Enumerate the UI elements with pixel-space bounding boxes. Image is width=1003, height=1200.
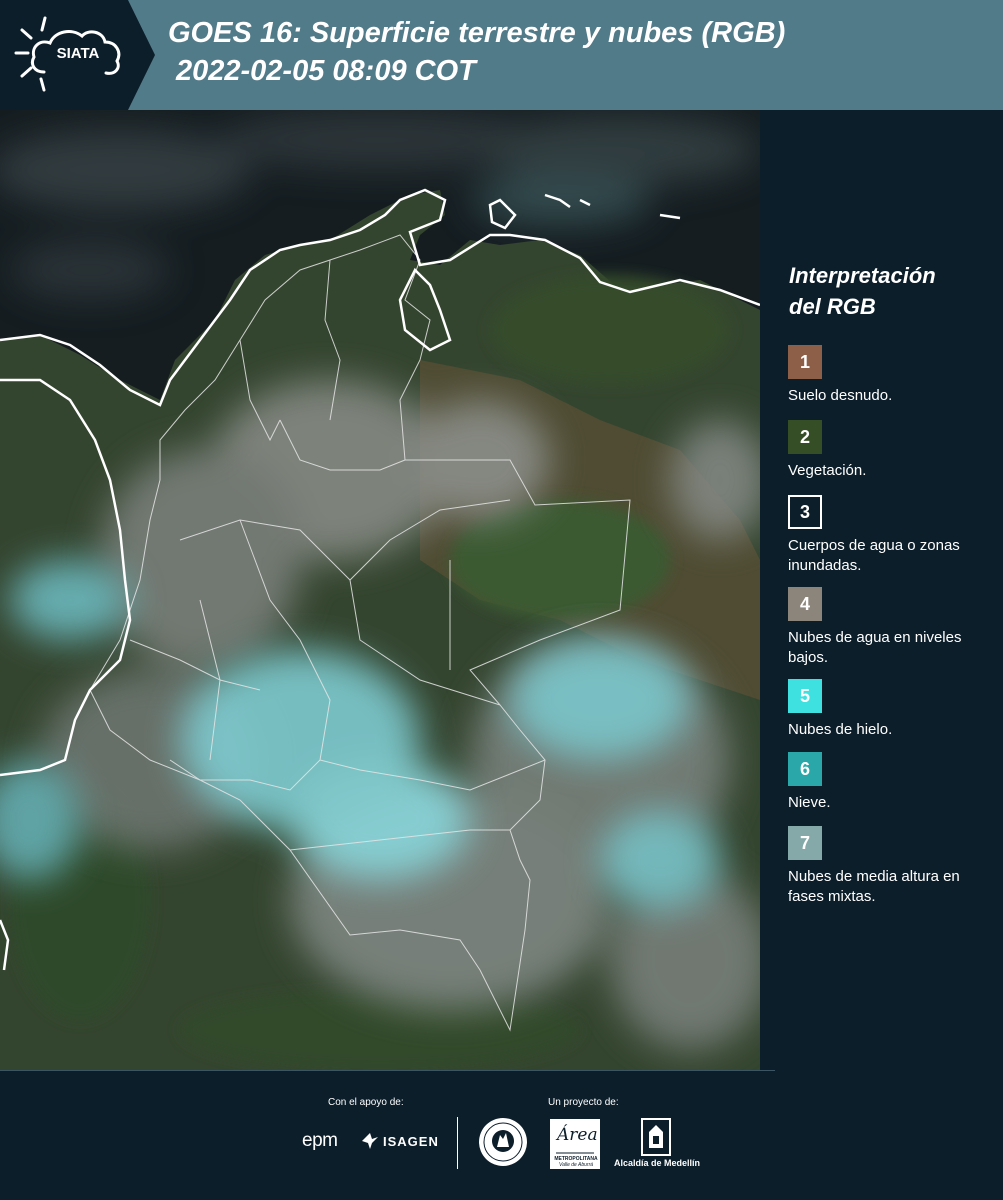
footer-vertical-divider [457,1117,458,1169]
legend-label-3: Cuerpos de agua o zonas inundadas. [788,537,960,574]
satellite-image [0,110,760,1070]
legend-item-water-bodies: 3 Cuerpos de agua o zonas inundadas. [788,495,998,576]
satellite-map[interactable] [0,110,760,1070]
legend-title-line1: Interpretación [789,263,936,288]
legend-label-2: Vegetación. [788,462,867,479]
legend-item-vegetation: 2 Vegetación. [788,420,998,481]
siata-logo-text: SIATA [56,45,100,62]
legend-item-bare-soil: 1 Suelo desnudo. [788,345,998,406]
legend-label-1: Suelo desnudo. [788,387,893,404]
legend-label-4: Nubes de agua en niveles bajos. [788,629,962,666]
legend-swatch-6: 6 [788,752,822,786]
footer: Con el apoyo de: Un proyecto de: epm ISA… [0,1070,1003,1200]
legend-label-7: Nubes de media altura en fases mixtas. [788,868,960,905]
header-bar: SIATA GOES 16: Superficie terrestre y nu… [0,0,1003,110]
epm-logo[interactable]: epm [302,1130,338,1152]
legend-swatch-4: 4 [788,587,822,621]
project-label: Un proyecto de: [548,1097,619,1108]
legend-label-6: Nieve. [788,794,831,811]
page-title: GOES 16: Superficie terrestre y nubes (R… [168,14,988,90]
area-metropolitana-script: Área [557,1125,598,1145]
siata-logo[interactable]: SIATA [0,0,155,110]
legend-swatch-3: 3 [788,495,822,529]
alcaldia-shield-icon[interactable] [641,1118,671,1156]
legend-item-low-water-clouds: 4 Nubes de agua en niveles bajos. [788,587,998,668]
legend-title-line2: del RGB [789,294,876,319]
legend-item-mixed-phase-clouds: 7 Nubes de media altura en fases mixtas. [788,826,998,907]
legend-item-ice-clouds: 5 Nubes de hielo. [788,679,998,740]
legend-item-snow: 6 Nieve. [788,752,998,813]
title-line1: GOES 16: Superficie terrestre y nubes (R… [168,17,786,49]
rgb-legend: Interpretación del RGB 1 Suelo desnudo. … [760,110,1003,1070]
alcaldia-medellin-text: Alcaldía de Medellín [613,1158,701,1168]
isagen-logo[interactable]: ISAGEN [383,1134,439,1149]
legend-swatch-5: 5 [788,679,822,713]
legend-swatch-7: 7 [788,826,822,860]
legend-swatch-2: 2 [788,420,822,454]
title-line2-timestamp: 2022-02-05 08:09 COT [176,55,476,87]
legend-label-5: Nubes de hielo. [788,721,893,738]
legend-title: Interpretación del RGB [789,260,989,322]
legend-swatch-1: 1 [788,345,822,379]
support-label: Con el apoyo de: [328,1097,404,1108]
area-valle-text: Valle de Aburrá [558,1162,594,1168]
isagen-logo-icon [362,1133,378,1149]
medellin-seal-icon[interactable] [478,1117,528,1167]
footer-divider [0,1070,775,1071]
